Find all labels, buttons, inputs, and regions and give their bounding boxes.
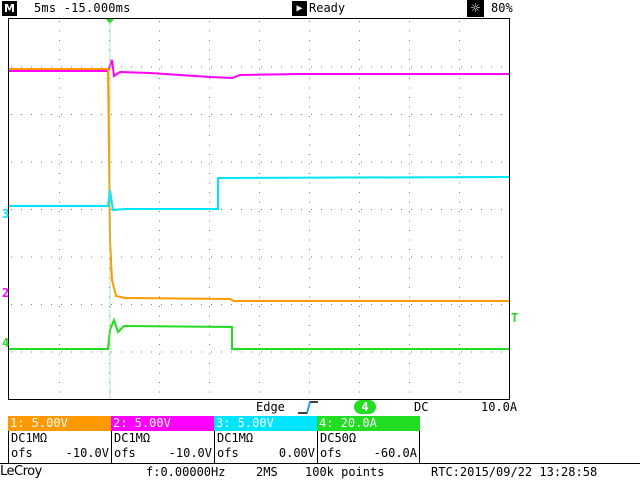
trigger-mode[interactable]: Edge (256, 400, 285, 414)
trigger-level[interactable]: 10.0A (481, 400, 517, 414)
channel-2-offset-label: ofs (114, 446, 136, 460)
record-length: 100k points (305, 465, 385, 479)
channel-3-info[interactable]: 3: 5.00V DC1MΩ ofs 0.00V (214, 416, 317, 463)
waveform-display[interactable] (0, 0, 640, 400)
channel-4-info[interactable]: 4: 20.0A DC50Ω ofs -60.0A (317, 416, 420, 463)
trigger-source-badge[interactable]: 4 (354, 400, 376, 414)
ch3-trace (9, 176, 510, 212)
channel-1-info[interactable]: 1: 5.00V DC1MΩ ofs -10.0V (8, 416, 111, 463)
frequency-counter: f:0.00000Hz (146, 465, 226, 479)
ch2-ground-marker[interactable]: 2 (2, 286, 9, 300)
brand-logo: LeCroy (0, 464, 42, 479)
channel-3-offset-label: ofs (217, 446, 239, 460)
ch1-trace (9, 68, 509, 302)
channel-4-offset-value: -60.0A (373, 446, 417, 460)
channel-2-scale: 2: 5.00V (111, 416, 214, 431)
channel-3-offset-value: 0.00V (278, 446, 315, 460)
rising-edge-icon (298, 401, 318, 414)
channel-1-offset-value: -10.0V (65, 446, 109, 460)
channel-2-offset-value: -10.0V (168, 446, 212, 460)
channel-1-offset-label: ofs (11, 446, 33, 460)
channel-1-coupling: DC1MΩ (11, 431, 48, 445)
channel-4-coupling: DC50Ω (320, 431, 357, 445)
trigger-level-marker[interactable]: T (511, 311, 518, 325)
ch4-ground-marker[interactable]: 4 (2, 336, 9, 350)
channel-3-scale: 3: 5.00V (214, 416, 317, 431)
sample-rate: 2MS (256, 465, 278, 479)
channel-1-scale: 1: 5.00V (8, 416, 111, 431)
trigger-info-row: Edge 4 DC 10.0A (0, 399, 640, 416)
channel-2-info[interactable]: 2: 5.00V DC1MΩ ofs -10.0V (111, 416, 214, 463)
bottom-status-bar: LeCroy f:0.00000Hz 2MS 100k points RTC:2… (0, 463, 640, 481)
ch3-ground-marker[interactable]: 3 (2, 207, 9, 221)
channel-2-coupling: DC1MΩ (114, 431, 151, 445)
channel-4-scale: 4: 20.0A (317, 416, 420, 431)
channel-3-coupling: DC1MΩ (217, 431, 254, 445)
real-time-clock: RTC:2015/09/22 13:28:58 (431, 465, 598, 479)
channel-4-offset-label: ofs (320, 446, 342, 460)
trigger-coupling[interactable]: DC (414, 400, 428, 414)
